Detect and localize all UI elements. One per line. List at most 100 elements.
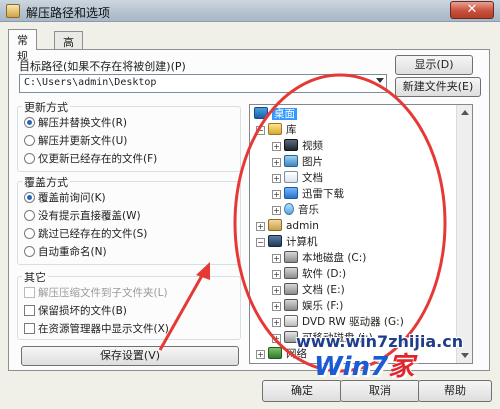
tree-item-label: 文档 [302, 172, 323, 184]
new-folder-button[interactable]: 新建文件夹(E) [395, 77, 481, 97]
overwrite-mode-title: 覆盖方式 [22, 174, 70, 190]
tree-item-drive-f[interactable]: + 娱乐 (F:) [272, 299, 343, 314]
expand-icon[interactable]: + [272, 286, 281, 295]
radio-label: 跳过已经存在的文件(S) [38, 228, 148, 240]
radio-update-existing[interactable]: 仅更新已经存在的文件(F) [24, 151, 157, 167]
expand-icon[interactable]: + [256, 222, 265, 231]
radio-extract-update[interactable]: 解压并更新文件(U) [24, 133, 127, 149]
expand-icon[interactable]: + [272, 302, 281, 311]
collapse-icon[interactable]: − [256, 126, 265, 135]
radio-selected-icon [24, 117, 35, 128]
radio-icon [24, 153, 35, 164]
disk-icon [284, 283, 298, 295]
expand-icon[interactable]: + [272, 270, 281, 279]
tree-item-label: DVD RW 驱动器 (G:) [302, 316, 404, 328]
close-button[interactable]: ✕ [450, 1, 494, 19]
expand-icon[interactable]: + [272, 318, 281, 327]
radio-icon [24, 246, 35, 257]
checkbox-label: 在资源管理器中显示文件(X) [38, 323, 169, 335]
radio-icon [24, 135, 35, 146]
tree-item-label: 计算机 [286, 236, 318, 248]
show-button[interactable]: 显示(D) [395, 55, 473, 75]
cancel-button[interactable]: 取消 [340, 380, 420, 402]
tree-item-admin[interactable]: + admin [256, 219, 319, 234]
watermark-logo-text: Win7 [314, 352, 389, 382]
tree-item-label: 迅雷下载 [302, 188, 344, 200]
target-path-label: 目标路径(如果不存在将被创建)(P) [19, 60, 186, 73]
tree-item-libraries[interactable]: − 库 [256, 123, 297, 138]
radio-icon [24, 210, 35, 221]
expand-icon[interactable]: + [272, 174, 281, 183]
tree-item-label: admin [286, 220, 319, 232]
ok-button[interactable]: 确定 [262, 380, 342, 402]
radio-skip-existing[interactable]: 跳过已经存在的文件(S) [24, 226, 147, 242]
scroll-up-icon[interactable] [461, 110, 469, 115]
dvd-icon [284, 315, 298, 327]
radio-label: 没有提示直接覆盖(W) [38, 210, 141, 222]
tree-item-dvd-drive-g[interactable]: + DVD RW 驱动器 (G:) [272, 315, 404, 330]
tree-item-drive-d[interactable]: + 软件 (D:) [272, 267, 346, 282]
folder-tree[interactable]: 桌面 − 库 + 视频 + 图片 + 文档 + 迅雷下载 + 音乐 + admin − 计算机 … [249, 104, 473, 364]
tree-item-label: 本地磁盘 (C:) [302, 252, 367, 264]
library-icon [268, 123, 282, 135]
network-icon [268, 347, 282, 359]
update-mode-group: 更新方式 解压并替换文件(R) 解压并更新文件(U) 仅更新已经存在的文件(F) [17, 99, 241, 172]
tree-item-music[interactable]: + 音乐 [272, 203, 319, 218]
expand-icon[interactable]: + [272, 206, 281, 215]
target-path-combobox[interactable]: C:\Users\admin\Desktop [19, 74, 387, 93]
disk-icon [284, 299, 298, 311]
tree-item-drive-c[interactable]: + 本地磁盘 (C:) [272, 251, 366, 266]
collapse-icon[interactable]: − [256, 238, 265, 247]
save-settings-button[interactable]: 保存设置(V) [21, 346, 239, 366]
radio-label: 仅更新已经存在的文件(F) [38, 153, 158, 165]
expand-icon[interactable]: + [272, 158, 281, 167]
radio-ask-before-overwrite[interactable]: 覆盖前询问(K) [24, 190, 106, 206]
disk-icon [284, 251, 298, 263]
tree-item-label: 音乐 [298, 204, 319, 216]
expand-icon[interactable]: + [272, 190, 281, 199]
radio-label: 解压并替换文件(R) [38, 117, 127, 129]
radio-overwrite-without-prompt[interactable]: 没有提示直接覆盖(W) [24, 208, 141, 224]
update-mode-title: 更新方式 [22, 99, 70, 115]
other-options-title: 其它 [22, 269, 48, 285]
watermark-logo-suffix: 家 [388, 352, 415, 382]
music-icon [284, 203, 294, 215]
chevron-down-icon[interactable] [376, 78, 384, 83]
video-icon [284, 139, 298, 151]
other-options-group: 其它 解压压缩文件到子文件夹(L) 保留损坏的文件(B) 在资源管理器中显示文件… [17, 269, 241, 340]
expand-icon[interactable]: + [272, 334, 281, 343]
radio-label: 解压并更新文件(U) [38, 135, 128, 147]
tree-item-videos[interactable]: + 视频 [272, 139, 323, 154]
checkbox-label: 保留损坏的文件(B) [38, 305, 127, 317]
radio-label: 自动重命名(N) [38, 246, 107, 258]
window-title: 解压路径和选项 [26, 6, 111, 20]
checkbox-extract-to-subfolder[interactable]: 解压压缩文件到子文件夹(L) [24, 285, 168, 301]
tree-scrollbar[interactable] [456, 105, 472, 363]
tree-item-desktop[interactable]: 桌面 [254, 107, 297, 122]
radio-extract-replace[interactable]: 解压并替换文件(R) [24, 115, 127, 131]
tree-item-label: 桌面 [272, 108, 297, 120]
tree-item-label: 娱乐 (F:) [302, 300, 344, 312]
tab-advanced[interactable]: 高级 [54, 31, 83, 65]
tree-item-label: 库 [286, 124, 297, 136]
checkbox-icon [24, 305, 35, 316]
tree-item-computer[interactable]: − 计算机 [256, 235, 318, 250]
tree-item-pictures[interactable]: + 图片 [272, 155, 323, 170]
tree-item-documents[interactable]: + 文档 [272, 171, 323, 186]
expand-icon[interactable]: + [272, 142, 281, 151]
checkbox-icon [24, 323, 35, 334]
checkbox-keep-broken-files[interactable]: 保留损坏的文件(B) [24, 303, 127, 319]
tree-item-label: 文档 (E:) [302, 284, 345, 296]
checkbox-show-in-explorer[interactable]: 在资源管理器中显示文件(X) [24, 321, 169, 337]
document-icon [284, 171, 298, 183]
tab-general[interactable]: 常规 [8, 29, 37, 63]
radio-auto-rename[interactable]: 自动重命名(N) [24, 244, 107, 260]
expand-icon[interactable]: + [272, 254, 281, 263]
help-button[interactable]: 帮助 [418, 380, 492, 402]
tree-item-drive-e[interactable]: + 文档 (E:) [272, 283, 345, 298]
tree-item-label: 视频 [302, 140, 323, 152]
expand-icon[interactable]: + [256, 350, 265, 359]
download-icon [284, 187, 298, 199]
tree-item-thunder-downloads[interactable]: + 迅雷下载 [272, 187, 344, 202]
radio-selected-icon [24, 192, 35, 203]
